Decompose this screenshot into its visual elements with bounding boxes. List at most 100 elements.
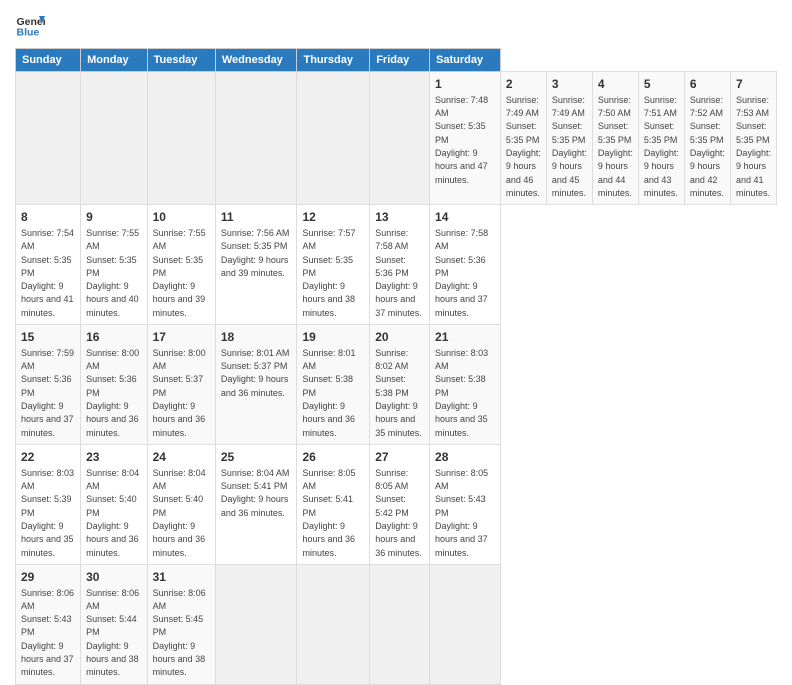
calendar-cell: 22 Sunrise: 8:03 AMSunset: 5:39 PMDayligh… <box>16 444 81 564</box>
calendar-cell: 3Sunrise: 7:49 AMSunset: 5:35 PMDaylight… <box>546 72 592 205</box>
logo-icon: General Blue <box>15 10 45 40</box>
day-number: 13 <box>375 209 424 226</box>
day-info: Sunrise: 8:04 AMSunset: 5:40 PMDaylight:… <box>153 468 206 558</box>
day-info: Sunrise: 8:04 AMSunset: 5:40 PMDaylight:… <box>86 468 139 558</box>
calendar-row: 15Sunrise: 7:59 AMSunset: 5:36 PMDayligh… <box>16 325 777 445</box>
day-info: Sunrise: 7:53 AMSunset: 5:35 PMDaylight:… <box>736 95 771 198</box>
day-number: 30 <box>86 569 142 586</box>
day-number: 29 <box>21 569 75 586</box>
col-header-sunday: Sunday <box>16 49 81 72</box>
day-number: 15 <box>21 329 75 346</box>
day-number: 19 <box>302 329 364 346</box>
calendar-cell: 31Sunrise: 8:06 AMSunset: 5:45 PMDayligh… <box>147 564 215 684</box>
day-number: 23 <box>86 449 142 466</box>
day-number: 10 <box>153 209 210 226</box>
calendar-cell <box>370 564 430 684</box>
calendar-cell: 1Sunrise: 7:48 AMSunset: 5:35 PMDaylight… <box>430 72 501 205</box>
day-number: 2 <box>506 76 541 93</box>
empty-cell <box>147 72 215 205</box>
col-header-tuesday: Tuesday <box>147 49 215 72</box>
day-number: 14 <box>435 209 495 226</box>
day-info: Sunrise: 7:55 AMSunset: 5:35 PMDaylight:… <box>153 228 206 318</box>
page: General Blue SundayMondayTuesdayWednesda… <box>0 0 792 612</box>
day-number: 20 <box>375 329 424 346</box>
day-number: 26 <box>302 449 364 466</box>
day-number: 17 <box>153 329 210 346</box>
empty-cell <box>215 72 297 205</box>
day-number: 18 <box>221 329 292 346</box>
day-info: Sunrise: 8:06 AMSunset: 5:43 PMDaylight:… <box>21 588 74 678</box>
calendar-cell: 8 Sunrise: 7:54 AMSunset: 5:35 PMDaylight… <box>16 205 81 325</box>
calendar-cell: 11Sunrise: 7:56 AMSunset: 5:35 PMDayligh… <box>215 205 297 325</box>
day-info: Sunrise: 8:06 AMSunset: 5:44 PMDaylight:… <box>86 588 139 678</box>
calendar-cell: 24Sunrise: 8:04 AMSunset: 5:40 PMDayligh… <box>147 444 215 564</box>
day-info: Sunrise: 7:52 AMSunset: 5:35 PMDaylight:… <box>690 95 725 198</box>
logo: General Blue <box>15 10 45 40</box>
day-info: Sunrise: 8:00 AMSunset: 5:37 PMDaylight:… <box>153 348 206 438</box>
calendar-body: 1Sunrise: 7:48 AMSunset: 5:35 PMDaylight… <box>16 72 777 685</box>
calendar-cell: 7 Sunrise: 7:53 AMSunset: 5:35 PMDaylight… <box>730 72 776 205</box>
col-header-friday: Friday <box>370 49 430 72</box>
svg-text:Blue: Blue <box>17 27 40 39</box>
day-number: 4 <box>598 76 633 93</box>
empty-cell <box>81 72 148 205</box>
calendar-header: SundayMondayTuesdayWednesdayThursdayFrid… <box>16 49 777 72</box>
day-info: Sunrise: 7:49 AMSunset: 5:35 PMDaylight:… <box>506 95 541 198</box>
day-number: 28 <box>435 449 495 466</box>
day-info: Sunrise: 8:02 AMSunset: 5:38 PMDaylight:… <box>375 348 422 438</box>
day-info: Sunrise: 7:50 AMSunset: 5:35 PMDaylight:… <box>598 95 633 198</box>
col-header-thursday: Thursday <box>297 49 370 72</box>
day-info: Sunrise: 8:05 AMSunset: 5:43 PMDaylight:… <box>435 468 488 558</box>
empty-cell <box>16 72 81 205</box>
header: General Blue <box>15 10 777 40</box>
day-info: Sunrise: 8:03 AMSunset: 5:39 PMDaylight:… <box>21 468 74 558</box>
day-number: 8 <box>21 209 75 226</box>
day-info: Sunrise: 7:54 AMSunset: 5:35 PMDaylight:… <box>21 228 74 318</box>
calendar-cell: 26 Sunrise: 8:05 AMSunset: 5:41 PMDayligh… <box>297 444 370 564</box>
calendar-cell <box>430 564 501 684</box>
calendar-cell <box>215 564 297 684</box>
calendar-cell: 20 Sunrise: 8:02 AMSunset: 5:38 PMDayligh… <box>370 325 430 445</box>
header-row: SundayMondayTuesdayWednesdayThursdayFrid… <box>16 49 777 72</box>
calendar-row: 29 Sunrise: 8:06 AMSunset: 5:43 PMDayligh… <box>16 564 777 684</box>
calendar-cell: 6 Sunrise: 7:52 AMSunset: 5:35 PMDaylight… <box>684 72 730 205</box>
calendar-cell: 15Sunrise: 7:59 AMSunset: 5:36 PMDayligh… <box>16 325 81 445</box>
calendar-row: 1Sunrise: 7:48 AMSunset: 5:35 PMDaylight… <box>16 72 777 205</box>
day-info: Sunrise: 8:01 AMSunset: 5:37 PMDaylight:… <box>221 348 290 398</box>
calendar-cell: 9Sunrise: 7:55 AMSunset: 5:35 PMDaylight… <box>81 205 148 325</box>
calendar-cell: 28 Sunrise: 8:05 AMSunset: 5:43 PMDayligh… <box>430 444 501 564</box>
calendar-cell: 21Sunrise: 8:03 AMSunset: 5:38 PMDayligh… <box>430 325 501 445</box>
calendar-cell: 17 Sunrise: 8:00 AMSunset: 5:37 PMDayligh… <box>147 325 215 445</box>
day-number: 16 <box>86 329 142 346</box>
day-number: 25 <box>221 449 292 466</box>
calendar-cell: 2 Sunrise: 7:49 AMSunset: 5:35 PMDaylight… <box>500 72 546 205</box>
calendar-cell: 5Sunrise: 7:51 AMSunset: 5:35 PMDaylight… <box>638 72 684 205</box>
day-info: Sunrise: 8:05 AMSunset: 5:42 PMDaylight:… <box>375 468 422 558</box>
empty-cell <box>297 72 370 205</box>
day-info: Sunrise: 8:03 AMSunset: 5:38 PMDaylight:… <box>435 348 488 438</box>
day-info: Sunrise: 7:51 AMSunset: 5:35 PMDaylight:… <box>644 95 679 198</box>
col-header-wednesday: Wednesday <box>215 49 297 72</box>
col-header-saturday: Saturday <box>430 49 501 72</box>
day-number: 7 <box>736 76 771 93</box>
day-info: Sunrise: 7:57 AMSunset: 5:35 PMDaylight:… <box>302 228 355 318</box>
calendar-cell: 25 Sunrise: 8:04 AMSunset: 5:41 PMDayligh… <box>215 444 297 564</box>
calendar-cell: 12 Sunrise: 7:57 AMSunset: 5:35 PMDayligh… <box>297 205 370 325</box>
empty-cell <box>370 72 430 205</box>
day-info: Sunrise: 7:49 AMSunset: 5:35 PMDaylight:… <box>552 95 587 198</box>
day-info: Sunrise: 8:05 AMSunset: 5:41 PMDaylight:… <box>302 468 355 558</box>
calendar-cell: 10 Sunrise: 7:55 AMSunset: 5:35 PMDayligh… <box>147 205 215 325</box>
day-number: 12 <box>302 209 364 226</box>
day-info: Sunrise: 8:06 AMSunset: 5:45 PMDaylight:… <box>153 588 206 678</box>
day-number: 22 <box>21 449 75 466</box>
calendar-table: SundayMondayTuesdayWednesdayThursdayFrid… <box>15 48 777 685</box>
calendar-cell: 4 Sunrise: 7:50 AMSunset: 5:35 PMDaylight… <box>592 72 638 205</box>
day-number: 11 <box>221 209 292 226</box>
calendar-cell: 30 Sunrise: 8:06 AMSunset: 5:44 PMDayligh… <box>81 564 148 684</box>
calendar-cell: 13Sunrise: 7:58 AMSunset: 5:36 PMDayligh… <box>370 205 430 325</box>
day-number: 6 <box>690 76 725 93</box>
calendar-cell: 29 Sunrise: 8:06 AMSunset: 5:43 PMDayligh… <box>16 564 81 684</box>
calendar-cell: 19Sunrise: 8:01 AMSunset: 5:38 PMDayligh… <box>297 325 370 445</box>
day-info: Sunrise: 8:04 AMSunset: 5:41 PMDaylight:… <box>221 468 290 518</box>
calendar-cell: 23 Sunrise: 8:04 AMSunset: 5:40 PMDayligh… <box>81 444 148 564</box>
